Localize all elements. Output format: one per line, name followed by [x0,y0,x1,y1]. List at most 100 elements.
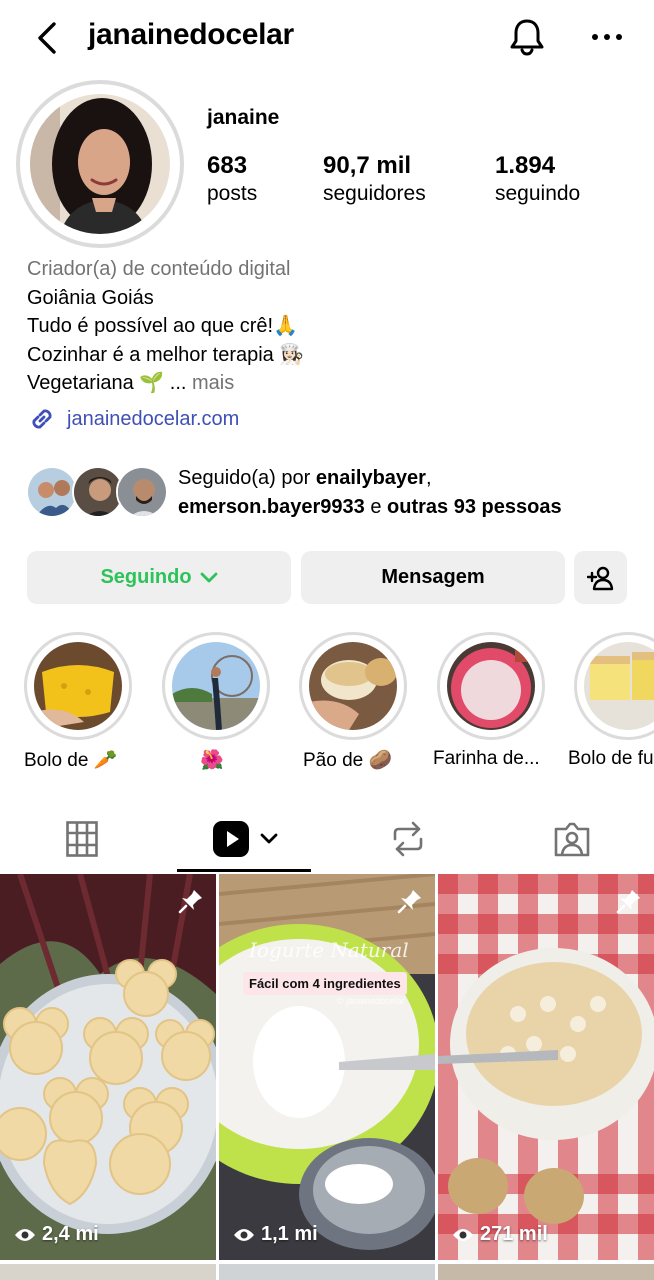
reels-play-icon [212,821,249,857]
view-count-text: 1,1 mi [261,1223,318,1245]
website-link[interactable]: janainedocelar.com [67,408,239,431]
followed-by-prefix: Seguido(a) por [178,467,316,489]
view-count-text: 271 mil [480,1223,548,1245]
following-label: Seguindo [100,566,192,588]
repost-icon [393,821,422,857]
grid-icon [65,821,98,857]
story-highlights: Bolo de 🥕 🌺 Pão de 🥔 Farinha de... Bolo … [0,632,654,782]
message-button[interactable]: Mensagem [301,551,565,604]
view-count: 271 mil [452,1223,548,1246]
posts-count[interactable]: 683 posts [207,152,257,208]
avatar [26,466,78,518]
profile-category: Criador(a) de conteúdo digital [27,258,291,280]
highlight-label: 🌺 [200,750,224,771]
reel-cover [219,874,435,1260]
display-name: janaine [207,106,280,129]
highlight-label: Pão de 🥔 [303,750,393,771]
bell-icon [510,19,544,56]
highlight-item[interactable]: 🌺 [162,632,270,771]
highlight-ring [574,632,654,740]
profile-avatar-ring[interactable] [16,80,184,248]
link-icon [32,409,52,429]
reel-cover [0,874,216,1260]
bio-line: Vegetariana 🌱 [27,372,165,394]
highlight-item[interactable]: Pão de 🥔 [299,632,407,771]
highlight-item[interactable]: Farinha de... [433,632,545,769]
tagged-person-icon [554,822,589,857]
reel-thumbnail-partial[interactable] [0,1264,216,1280]
bio-line: Goiânia Goiás [27,286,154,309]
reel-thumbnail[interactable]: 2,4 mi [0,874,216,1260]
highlight-ring [299,632,407,740]
stat-value: 1.894 [495,152,556,179]
profile-tabs [0,806,654,872]
highlight-ring [162,632,270,740]
reel-overlay-title: Iogurte Natural [249,938,409,962]
reel-overlay-badge: Fácil com 4 ingredientes [243,972,407,995]
chevron-down-icon [200,572,217,582]
reel-thumbnail-partial[interactable] [438,1264,654,1280]
view-count: 1,1 mi [233,1223,318,1246]
more-options-button[interactable] [588,22,626,52]
following-button[interactable]: Seguindo [27,551,291,604]
mutual-user-link[interactable]: emerson.bayer9933 [178,496,365,518]
highlight-item[interactable]: Bolo de fu [568,632,654,769]
chevron-down-icon [260,833,277,844]
followed-by[interactable]: Seguido(a) por enailybayer, emerson.bayer… [26,464,646,522]
bio-line: Tudo é possível ao que crê!🙏 [27,315,298,337]
view-count-text: 2,4 mi [42,1223,99,1245]
bio-line: Cozinhar é a melhor terapia 👩🏻‍🍳 [27,343,305,366]
following-count[interactable]: 1.894 seguindo [495,152,580,208]
highlight-label: Bolo de 🥕 [24,750,118,771]
mutual-user-link[interactable]: enailybayer [316,467,426,489]
tab-reposts[interactable] [326,806,489,872]
more-horizontal-icon [592,34,622,40]
stat-label: seguindo [495,182,581,205]
conjunction: e [364,496,388,518]
highlight-cover [584,642,654,730]
view-count: 2,4 mi [14,1223,99,1246]
eye-icon [453,1228,473,1241]
reels-grid: 2,4 mi Iogurte Natural Fácil com 4 ingre… [0,874,654,1280]
reel-thumbnail-partial[interactable] [219,1264,435,1280]
followers-count[interactable]: 90,7 mil seguidores [323,152,426,208]
add-user-icon [586,566,613,590]
back-button[interactable] [30,20,64,56]
tab-tagged[interactable] [490,806,653,872]
profile-avatar [30,94,170,234]
bio-ellipsis: ... [169,372,193,394]
eye-icon [234,1228,254,1241]
highlight-ring [24,632,132,740]
highlight-cover [447,642,535,730]
highlight-label: Bolo de fu [568,748,654,769]
highlight-item[interactable]: Bolo de 🥕 [24,632,132,771]
stat-value: 90,7 mil [323,152,412,179]
highlight-label: Farinha de... [433,748,540,769]
profile-website[interactable]: janainedocelar.com [27,404,239,434]
chevron-left-icon [38,22,56,54]
pin-icon [616,890,640,914]
reel-cover [438,874,654,1260]
avatar [116,466,168,518]
highlight-cover [34,642,122,730]
notifications-button[interactable] [506,16,548,58]
highlight-cover [172,642,260,730]
message-label: Mensagem [381,566,485,588]
others-count-link[interactable]: outras 93 pessoas [387,496,562,518]
bio-more-link[interactable]: mais [192,372,234,394]
bio-line-last: Vegetariana 🌱 ... mais [27,369,627,398]
followed-by-text: Seguido(a) por enailybayer, emerson.bayer… [178,464,648,522]
tab-reels[interactable] [163,806,326,872]
suggested-users-button[interactable] [574,551,627,604]
reel-thumbnail[interactable]: Iogurte Natural Fácil com 4 ingredientes… [219,874,435,1260]
highlight-cover [309,642,397,730]
separator: , [425,467,432,489]
tab-posts-grid[interactable] [0,806,163,872]
profile-bio: Criador(a) de conteúdo digital Goiânia G… [27,255,627,398]
pin-icon [178,890,202,914]
pin-icon [397,890,421,914]
stat-label: posts [207,182,258,205]
mutual-avatars [26,466,168,520]
reel-thumbnail[interactable]: 271 mil [438,874,654,1260]
stat-label: seguidores [323,182,426,205]
